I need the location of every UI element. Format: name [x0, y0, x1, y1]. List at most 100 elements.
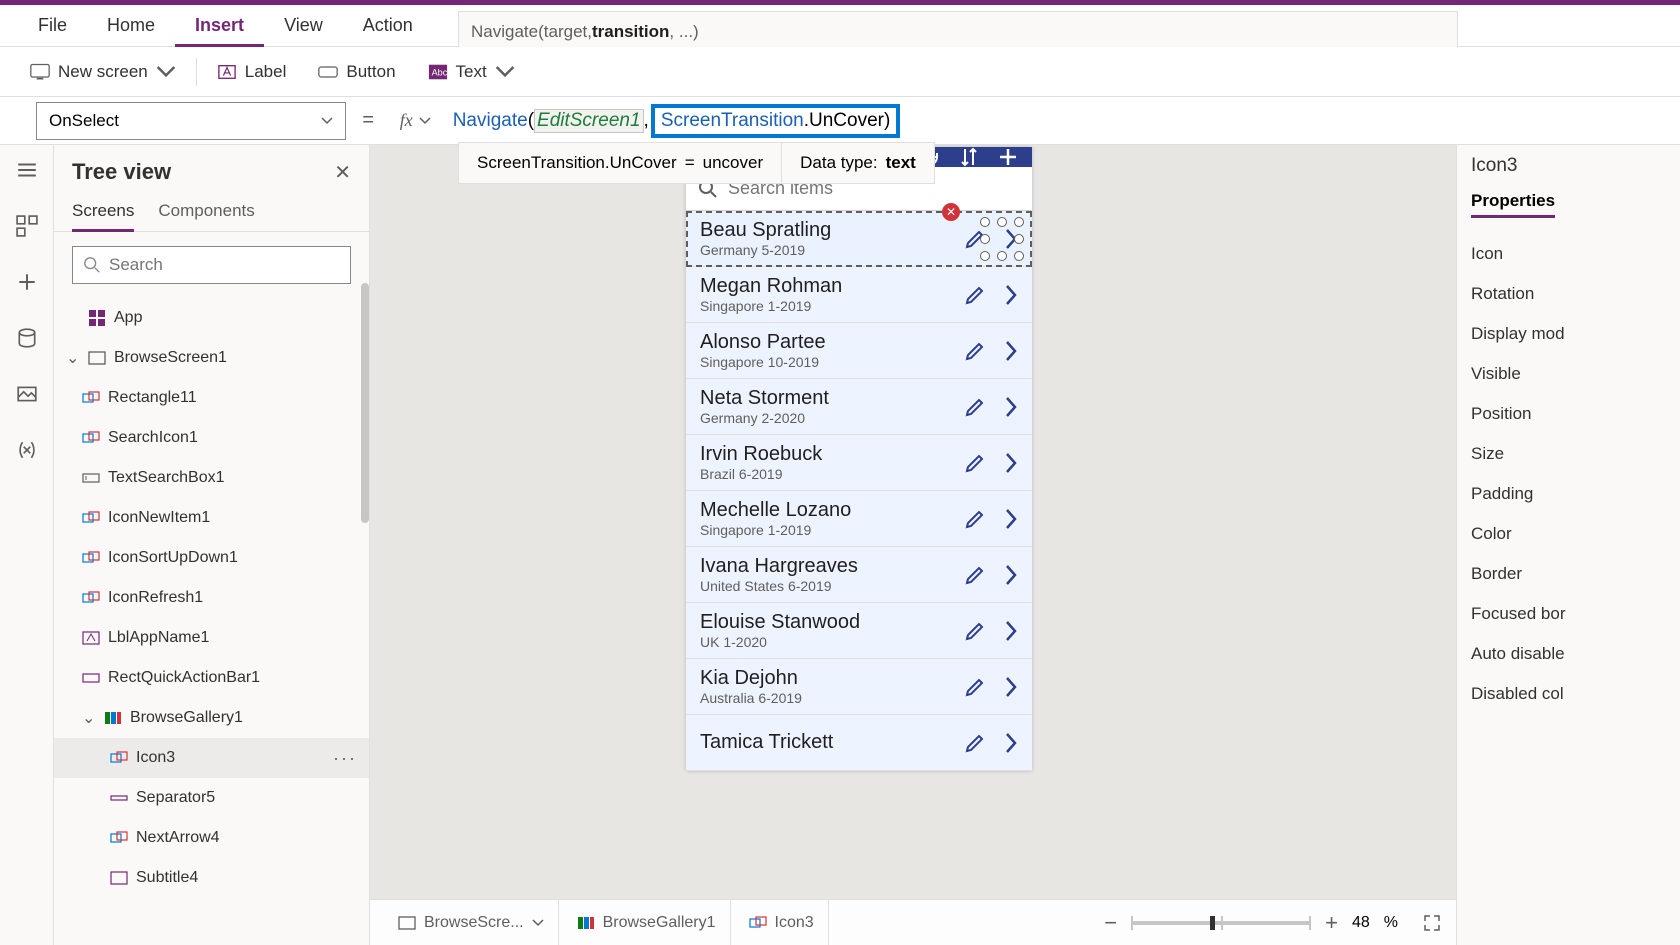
prop-row[interactable]: Auto disable [1471, 634, 1666, 674]
tree-scrollbar[interactable] [361, 283, 369, 523]
label-button[interactable]: Label [205, 56, 299, 88]
menu-insert[interactable]: Insert [175, 15, 264, 47]
tree-tab-screens[interactable]: Screens [72, 193, 134, 232]
formula-input[interactable]: Navigate(EditScreen1, ScreenTransition.U… [441, 97, 1662, 144]
chevron-right-icon[interactable] [1004, 284, 1018, 306]
error-badge[interactable]: ✕ [942, 203, 960, 221]
prop-row[interactable]: Display mod [1471, 314, 1666, 354]
edit-icon[interactable] [964, 452, 986, 474]
tree-node-lblappname[interactable]: LblAppName1 [54, 618, 369, 658]
menu-action[interactable]: Action [343, 15, 433, 36]
list-item[interactable]: Irvin Roebuck Brazil 6-2019 [686, 435, 1032, 491]
edit-icon[interactable] [964, 564, 986, 586]
edit-icon[interactable] [964, 284, 986, 306]
chevron-down-icon[interactable]: ⌄ [82, 708, 96, 728]
text-btn-label: Text [456, 62, 487, 82]
crumb-icon3[interactable]: Icon3 [735, 900, 829, 945]
menu-view[interactable]: View [264, 15, 343, 36]
edit-icon[interactable] [964, 508, 986, 530]
list-item[interactable]: Elouise Stanwood UK 1-2020 [686, 603, 1032, 659]
tree-node-icon3[interactable]: Icon3 ··· [54, 738, 369, 778]
list-item[interactable]: Mechelle Lozano Singapore 1-2019 [686, 491, 1032, 547]
tree-tab-components[interactable]: Components [158, 193, 254, 231]
chevron-right-icon[interactable] [1004, 564, 1018, 586]
tree-node-more-button[interactable]: ··· [333, 748, 357, 769]
chevron-right-icon[interactable] [1004, 340, 1018, 362]
tree-close-button[interactable]: ✕ [334, 160, 351, 185]
zoom-thumb[interactable] [1210, 916, 1215, 930]
chevron-right-icon[interactable] [1004, 676, 1018, 698]
chevron-right-icon[interactable] [1004, 452, 1018, 474]
new-screen-button[interactable]: New screen [18, 56, 188, 88]
prop-row[interactable]: Border [1471, 554, 1666, 594]
edit-icon[interactable] [964, 676, 986, 698]
tree-node-textsearchbox[interactable]: TextSearchBox1 [54, 458, 369, 498]
prop-row[interactable]: Color [1471, 514, 1666, 554]
canvas-stage[interactable]: Beau Spratling Germany 5-2019 ✕ Megan Ro… [370, 145, 1456, 899]
list-item[interactable]: Megan Rohman Singapore 1-2019 [686, 267, 1032, 323]
edit-icon[interactable] [964, 396, 986, 418]
prop-row[interactable]: Position [1471, 394, 1666, 434]
tree-search[interactable] [72, 246, 351, 284]
menu-file[interactable]: File [18, 15, 87, 36]
edit-icon[interactable] [964, 340, 986, 362]
prop-row[interactable]: Icon [1471, 234, 1666, 274]
prop-row[interactable]: Padding [1471, 474, 1666, 514]
list-item[interactable]: Beau Spratling Germany 5-2019 ✕ [686, 211, 1032, 267]
edit-icon[interactable] [964, 620, 986, 642]
crumb-browsescreen[interactable]: BrowseScre... [384, 900, 559, 945]
property-dropdown[interactable]: OnSelect [36, 102, 346, 140]
fit-icon[interactable] [1422, 913, 1442, 933]
tree-node-browsescreen[interactable]: ⌄ BrowseScreen1 [54, 338, 369, 378]
hamburger-icon[interactable] [16, 159, 38, 181]
media-icon[interactable] [16, 383, 38, 405]
selection-handles[interactable] [980, 217, 1024, 261]
zoom-slider[interactable] [1131, 921, 1311, 925]
tree-node-rectquick[interactable]: RectQuickActionBar1 [54, 658, 369, 698]
chevron-right-icon[interactable] [1004, 508, 1018, 530]
list-item[interactable]: Tamica Trickett [686, 715, 1032, 771]
list-item[interactable]: Ivana Hargreaves United States 6-2019 [686, 547, 1032, 603]
tree-node-iconnewitem[interactable]: IconNewItem1 [54, 498, 369, 538]
zoom-in-button[interactable]: + [1325, 910, 1338, 936]
prop-row[interactable]: Disabled col [1471, 674, 1666, 714]
data-icon[interactable] [16, 327, 38, 349]
crumb-browsegallery[interactable]: BrowseGallery1 [563, 900, 731, 945]
chevron-right-icon[interactable] [1004, 396, 1018, 418]
tree-node-subtitle4[interactable]: Subtitle4 [54, 858, 369, 898]
prop-row[interactable]: Rotation [1471, 274, 1666, 314]
tree-node-separator5[interactable]: Separator5 [54, 778, 369, 818]
fx-button[interactable]: fx [390, 110, 441, 131]
chevron-down-icon[interactable] [532, 919, 544, 927]
tree-view-icon[interactable] [16, 215, 38, 237]
list-item[interactable]: Alonso Partee Singapore 10-2019 [686, 323, 1032, 379]
tree-node-browsegallery[interactable]: ⌄ BrowseGallery1 [54, 698, 369, 738]
text-button[interactable]: Abc Text [416, 56, 527, 88]
tree-search-input[interactable] [109, 255, 340, 275]
menu-home[interactable]: Home [87, 15, 175, 36]
prop-row[interactable]: Size [1471, 434, 1666, 474]
chevron-down-icon[interactable]: ⌄ [66, 348, 80, 368]
prop-row[interactable]: Focused bor [1471, 594, 1666, 634]
tree-node-nextarrow4[interactable]: NextArrow4 [54, 818, 369, 858]
button-button[interactable]: Button [306, 56, 407, 88]
chevron-right-icon[interactable] [1004, 620, 1018, 642]
plus-icon[interactable] [998, 147, 1018, 167]
plus-icon[interactable] [16, 271, 38, 293]
props-tab-properties[interactable]: Properties [1471, 191, 1555, 218]
tree-node-iconsort[interactable]: IconSortUpDown1 [54, 538, 369, 578]
tree-node-iconrefresh[interactable]: IconRefresh1 [54, 578, 369, 618]
zoom-out-button[interactable]: − [1104, 910, 1117, 936]
tree-node-rectangle[interactable]: Rectangle11 [54, 378, 369, 418]
text-icon: Abc [428, 63, 448, 81]
tree-node-app[interactable]: App [54, 298, 369, 338]
variables-icon[interactable] [16, 439, 38, 461]
list-item[interactable]: Kia Dejohn Australia 6-2019 [686, 659, 1032, 715]
tree-node-searchicon[interactable]: SearchIcon1 [54, 418, 369, 458]
edit-icon[interactable] [964, 732, 986, 754]
main-area: Tree view ✕ Screens Components App ⌄ Bro… [0, 145, 1680, 945]
sort-icon[interactable] [960, 147, 978, 167]
chevron-right-icon[interactable] [1004, 732, 1018, 754]
prop-row[interactable]: Visible [1471, 354, 1666, 394]
list-item[interactable]: Neta Storment Germany 2-2020 [686, 379, 1032, 435]
